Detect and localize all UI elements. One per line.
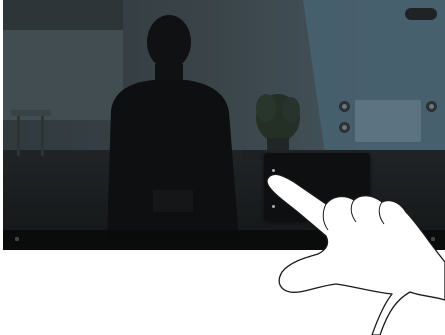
popup-tab[interactable] — [242, 150, 264, 160]
dot-icon — [272, 187, 275, 190]
dot-icon — [272, 169, 275, 172]
popup-item-2[interactable] — [272, 187, 279, 190]
self-view[interactable] — [355, 100, 421, 142]
options-popup — [264, 153, 370, 221]
video-call-screen — [3, 0, 445, 250]
device-screen-illustration — [0, 0, 445, 335]
square-icon[interactable] — [431, 237, 435, 241]
dot-icon[interactable] — [426, 101, 437, 112]
dot-icon — [272, 205, 275, 208]
top-status-pill[interactable] — [405, 8, 437, 20]
call-toolbar — [3, 230, 445, 250]
square-icon[interactable] — [15, 237, 19, 241]
dot-icon[interactable] — [339, 101, 350, 112]
popup-item-3[interactable] — [272, 205, 279, 208]
popup-item-1[interactable] — [272, 169, 279, 172]
dot-icon[interactable] — [339, 122, 350, 133]
